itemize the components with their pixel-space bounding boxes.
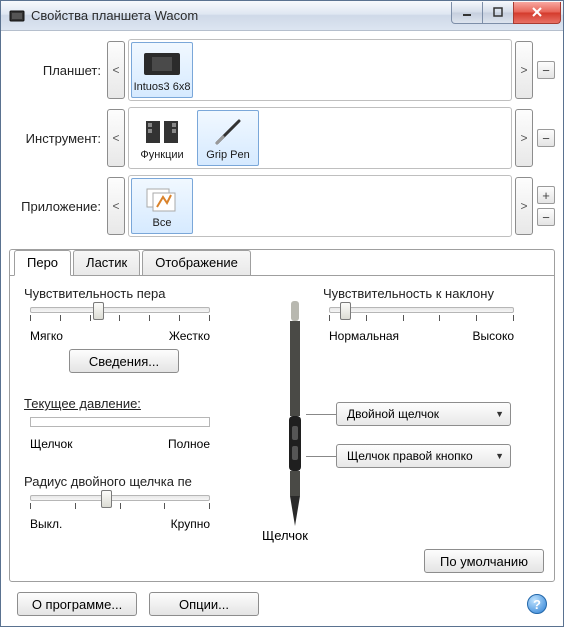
- current-pressure-group: Текущее давление: Щелчок Полное: [24, 396, 224, 451]
- footer: О программе... Опции... ?: [9, 584, 555, 616]
- upper-button-value: Двойной щелчок: [347, 407, 439, 421]
- app-all-label: Все: [153, 217, 172, 229]
- pressure-bar: [30, 417, 210, 427]
- tilt-normal-label: Нормальная: [329, 329, 399, 343]
- dbl-slider-thumb[interactable]: [101, 490, 112, 508]
- app-strip: Все: [128, 175, 512, 237]
- tablet-remove-button[interactable]: −: [537, 61, 555, 79]
- tool-label: Инструмент:: [9, 131, 107, 146]
- tilt-slider[interactable]: [329, 307, 514, 313]
- tip-sensitivity-group: Чувствительность пера Мягко Жестко Сведе…: [24, 286, 224, 373]
- dbl-click-title: Радиус двойного щелчка пе: [24, 474, 234, 489]
- tab-pen[interactable]: Перо: [14, 250, 71, 276]
- default-button-group: По умолчанию: [424, 549, 544, 573]
- lower-button-value: Щелчок правой кнопко: [347, 449, 473, 463]
- upper-button-dropdown-group: Двойной щелчок ▼: [336, 402, 511, 426]
- tablet-next-button[interactable]: >: [515, 41, 533, 99]
- all-apps-icon: [141, 185, 183, 215]
- pressure-click-label: Щелчок: [30, 437, 72, 451]
- app-icon: [9, 8, 25, 24]
- tilt-slider-thumb[interactable]: [340, 302, 351, 320]
- dbl-off-label: Выкл.: [30, 517, 62, 531]
- window-title: Свойства планшета Wacom: [31, 8, 198, 23]
- dropdown-arrow-icon: ▼: [495, 451, 504, 461]
- dbl-large-label: Крупно: [171, 517, 210, 531]
- tool-item-functions[interactable]: Функции: [131, 110, 193, 166]
- minimize-button[interactable]: [451, 2, 483, 24]
- tilt-title: Чувствительность к наклону: [323, 286, 528, 301]
- tablet-row: Планшет: < Intuos3 6x8 > −: [9, 39, 555, 101]
- tablet-label: Планшет:: [9, 63, 107, 78]
- tool-item-grip-pen[interactable]: Grip Pen: [197, 110, 259, 166]
- tip-sensitivity-slider[interactable]: [30, 307, 210, 313]
- tab-body: Чувствительность пера Мягко Жестко Сведе…: [10, 275, 554, 581]
- tool-strip: Функции Grip Pen: [128, 107, 512, 169]
- help-button[interactable]: ?: [527, 594, 547, 614]
- tablet-item-intuos[interactable]: Intuos3 6x8: [131, 42, 193, 98]
- tablet-strip: Intuos3 6x8: [128, 39, 512, 101]
- tip-slider-thumb[interactable]: [93, 302, 104, 320]
- lower-button-dropdown[interactable]: Щелчок правой кнопко ▼: [336, 444, 511, 468]
- tilt-high-label: Высоко: [473, 329, 515, 343]
- pen-icon: [207, 117, 249, 147]
- app-prev-button[interactable]: <: [107, 177, 125, 235]
- tool-grippen-label: Grip Pen: [206, 149, 249, 161]
- tip-firm-label: Жестко: [169, 329, 210, 343]
- tablet-icon: [141, 49, 183, 79]
- tilt-group: Чувствительность к наклону Нормальная Вы…: [323, 286, 528, 343]
- callout-line-1: [306, 414, 336, 415]
- default-button[interactable]: По умолчанию: [424, 549, 544, 573]
- current-pressure-title: Текущее давление:: [24, 396, 224, 411]
- app-row: Приложение: < Все > + −: [9, 175, 555, 237]
- tool-prev-button[interactable]: <: [107, 109, 125, 167]
- tip-soft-label: Мягко: [30, 329, 63, 343]
- tool-remove-button[interactable]: −: [537, 129, 555, 147]
- pen-graphic: [280, 301, 310, 521]
- dbl-click-group: Радиус двойного щелчка пе Выкл. Крупно: [24, 474, 234, 531]
- app-add-button[interactable]: +: [537, 186, 555, 204]
- dbl-click-slider[interactable]: [30, 495, 210, 501]
- callout-line-2: [306, 456, 336, 457]
- lower-button-dropdown-group: Щелчок правой кнопко ▼: [336, 444, 511, 468]
- tabs-container: Перо Ластик Отображение Чувствительность…: [9, 249, 555, 582]
- pen-tip-click-label: Щелчок: [262, 528, 308, 543]
- about-button[interactable]: О программе...: [17, 592, 137, 616]
- pressure-full-label: Полное: [168, 437, 210, 451]
- tool-functions-label: Функции: [140, 149, 183, 161]
- options-button[interactable]: Опции...: [149, 592, 259, 616]
- tab-eraser[interactable]: Ластик: [73, 250, 140, 276]
- tab-mapping[interactable]: Отображение: [142, 250, 251, 276]
- app-item-all[interactable]: Все: [131, 178, 193, 234]
- window-controls: [452, 2, 561, 24]
- window-frame: Свойства планшета Wacom Планшет: <: [0, 0, 564, 627]
- tool-next-button[interactable]: >: [515, 109, 533, 167]
- app-next-button[interactable]: >: [515, 177, 533, 235]
- client-area: Планшет: < Intuos3 6x8 > − Инструмент: <: [1, 31, 563, 626]
- tool-row: Инструмент: < Функции Grip Pen >: [9, 107, 555, 169]
- tablet-prev-button[interactable]: <: [107, 41, 125, 99]
- details-button[interactable]: Сведения...: [69, 349, 179, 373]
- titlebar: Свойства планшета Wacom: [1, 1, 563, 31]
- upper-button-dropdown[interactable]: Двойной щелчок ▼: [336, 402, 511, 426]
- close-button[interactable]: [513, 2, 561, 24]
- tablet-item-label: Intuos3 6x8: [134, 81, 191, 93]
- tab-headers: Перо Ластик Отображение: [10, 249, 554, 275]
- functions-icon: [141, 117, 183, 147]
- app-label: Приложение:: [9, 199, 107, 214]
- dropdown-arrow-icon: ▼: [495, 409, 504, 419]
- tip-sensitivity-title: Чувствительность пера: [24, 286, 224, 301]
- app-remove-button[interactable]: −: [537, 208, 555, 226]
- maximize-button[interactable]: [482, 2, 514, 24]
